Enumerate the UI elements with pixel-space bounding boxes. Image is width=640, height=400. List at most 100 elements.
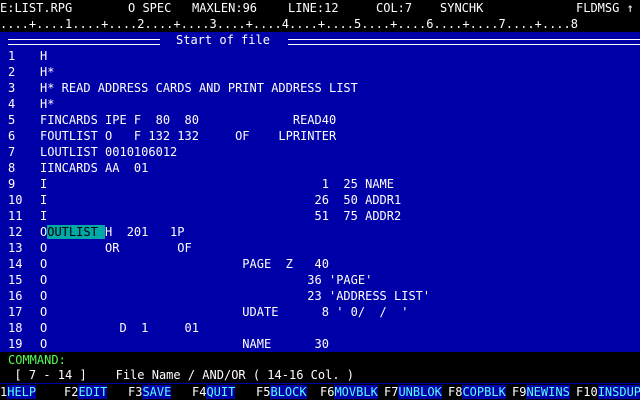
spec-indicator: O SPEC [128, 1, 172, 15]
fkey-number: F9 [512, 385, 527, 399]
fkey-number: F7 [384, 385, 399, 399]
start-of-file-marker: Start of file [0, 32, 640, 48]
code-line[interactable]: 15 O 36 'PAGE' [0, 272, 640, 288]
line-number: 4 [8, 97, 16, 111]
fkey-label: EDIT [78, 385, 108, 399]
line-number: 1 [8, 49, 16, 63]
line-number: 5 [8, 113, 16, 127]
fkey-edit[interactable]: F2EDIT [64, 384, 128, 400]
fkey-unblok[interactable]: F7UNBLOK [384, 384, 448, 400]
cursor-highlight: OUTLIST [47, 225, 106, 239]
fkey-label: QUIT [206, 385, 236, 399]
fkey-label: NEWINS [526, 385, 570, 399]
line-number: 16 [8, 289, 23, 303]
line-text[interactable]: H* READ ADDRESS CARDS AND PRINT ADDRESS … [40, 80, 358, 96]
line-number: 10 [8, 193, 23, 207]
code-line[interactable]: 11 I 51 75 ADDR2 [0, 208, 640, 224]
field-hint: [ 7 - 14 ] File Name / AND/OR ( 14-16 Co… [0, 367, 640, 383]
code-line[interactable]: 9 I 1 25 NAME [0, 176, 640, 192]
fkey-number: F3 [128, 385, 143, 399]
fkey-newins[interactable]: F9NEWINS [512, 384, 576, 400]
fkey-save[interactable]: F3SAVE [128, 384, 192, 400]
fldmsg-indicator: FLDMSG ↑ [576, 1, 634, 15]
line-text[interactable]: O 23 'ADDRESS LIST' [40, 288, 430, 304]
line-number: 9 [8, 177, 16, 191]
code-line[interactable]: 14 O PAGE Z 40 [0, 256, 640, 272]
fkey-number: F2 [64, 385, 79, 399]
code-line[interactable]: 1H [0, 48, 640, 64]
code-line[interactable]: 13 O OR OF [0, 240, 640, 256]
line-number: 17 [8, 305, 23, 319]
line-text[interactable]: I 51 75 ADDR2 [40, 208, 401, 224]
code-line[interactable]: 16 O 23 'ADDRESS LIST' [0, 288, 640, 304]
fkey-number: F6 [320, 385, 335, 399]
code-line[interactable]: 2 H* [0, 64, 640, 80]
fkey-help[interactable]: 1HELP [0, 384, 64, 400]
code-line[interactable]: 19 O NAME 30 [0, 336, 640, 352]
line-text[interactable]: O OR OF [40, 240, 192, 256]
col-indicator: COL:7 [376, 1, 413, 15]
line-number: 8 [8, 161, 16, 175]
code-line[interactable]: 12 OOUTLIST H 201 1P [0, 224, 640, 240]
code-line[interactable]: 6 FOUTLIST O F 132 132 OF LPRINTER [0, 128, 640, 144]
line-indicator: LINE:12 [288, 1, 339, 15]
status-bar: E:LIST.RPG O SPEC MAXLEN:96 LINE:12 COL:… [0, 0, 640, 16]
line-text[interactable]: O PAGE Z 40 [40, 256, 329, 272]
code-line[interactable]: 4 H* [0, 96, 640, 112]
line-text[interactable]: I 1 25 NAME [40, 176, 394, 192]
fkey-number: F8 [448, 385, 463, 399]
fkey-number: F5 [256, 385, 271, 399]
fkey-label: INSDUP [597, 385, 640, 399]
file-name: E:LIST.RPG [0, 1, 73, 15]
command-label: COMMAND: [8, 353, 66, 367]
line-text[interactable]: H* [40, 96, 54, 112]
column-ruler: ....+....1....+....2....+....3....+....4… [0, 16, 640, 32]
line-text[interactable]: O D 1 01 [40, 320, 199, 336]
line-number: 3 [8, 81, 16, 95]
line-text[interactable]: O UDATE 8 ' 0/ / ' [40, 304, 408, 320]
line-number: 12 [8, 225, 23, 239]
line-text[interactable]: FINCARDS IPE F 80 80 READ40 [40, 112, 336, 128]
fkey-label: MOVBLK [334, 385, 378, 399]
line-text[interactable]: OOUTLIST H 201 1P [40, 224, 185, 240]
line-text[interactable]: FOUTLIST O F 132 132 OF LPRINTER [40, 128, 336, 144]
fkey-block[interactable]: F5BLOCK [256, 384, 320, 400]
code-line[interactable]: 17 O UDATE 8 ' 0/ / ' [0, 304, 640, 320]
command-line[interactable]: COMMAND: [0, 352, 640, 368]
line-number: 14 [8, 257, 23, 271]
code-line[interactable]: 8 IINCARDS AA 01 [0, 160, 640, 176]
line-text[interactable]: H* [40, 64, 54, 80]
line-text[interactable]: H [40, 48, 47, 64]
line-text[interactable]: I 26 50 ADDR1 [40, 192, 401, 208]
fkey-movblk[interactable]: F6MOVBLK [320, 384, 384, 400]
line-number: 2 [8, 65, 16, 79]
fkey-number: F10 [576, 385, 598, 399]
fkey-insdup[interactable]: F10INSDUP [576, 384, 640, 400]
fkey-copblk[interactable]: F8COPBLK [448, 384, 512, 400]
code-line[interactable]: 7 LOUTLIST 0010106012 [0, 144, 640, 160]
fkey-quit[interactable]: F4QUIT [192, 384, 256, 400]
line-number: 18 [8, 321, 23, 335]
line-text[interactable]: O NAME 30 [40, 336, 329, 352]
line-number: 13 [8, 241, 23, 255]
divider [8, 39, 160, 45]
fkey-number: F4 [192, 385, 207, 399]
code-line[interactable]: 18 O D 1 01 [0, 320, 640, 336]
line-number: 19 [8, 337, 23, 351]
code-line[interactable]: 5 FINCARDS IPE F 80 80 READ40 [0, 112, 640, 128]
code-line[interactable]: 3 H* READ ADDRESS CARDS AND PRINT ADDRESS… [0, 80, 640, 96]
line-number: 15 [8, 273, 23, 287]
code-line[interactable]: 10 I 26 50 ADDR1 [0, 192, 640, 208]
line-number: 6 [8, 129, 16, 143]
fkey-label: UNBLOK [398, 385, 442, 399]
line-text[interactable]: IINCARDS AA 01 [40, 160, 148, 176]
line-number: 11 [8, 209, 23, 223]
maxlen-indicator: MAXLEN:96 [192, 1, 258, 15]
fkey-label: HELP [7, 385, 37, 399]
code-editor[interactable]: 1 H 2 H* 3 H* READ ADDRESS CARDS AND PRINT AD… [0, 48, 640, 352]
divider [288, 39, 640, 45]
function-key-bar: 1HELP F2EDIT F3SAVE F4QUIT F5BLOCK F6MOVBLK F7… [0, 384, 640, 400]
line-text[interactable]: O 36 'PAGE' [40, 272, 372, 288]
synchk-indicator: SYNCHK [440, 1, 484, 15]
line-text[interactable]: LOUTLIST 0010106012 [40, 144, 177, 160]
